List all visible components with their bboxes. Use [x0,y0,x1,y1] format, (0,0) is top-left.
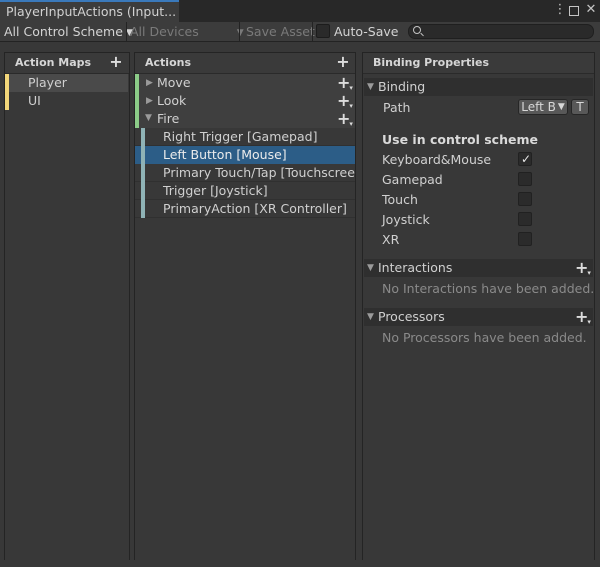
control-scheme-title: Use in control scheme [382,132,538,147]
scheme-checkbox-xr[interactable] [518,232,532,246]
action-label: Move [157,75,191,90]
binding-label: Left Button [Mouse] [163,147,287,162]
expand-arrow-icon[interactable]: ▶ [146,78,153,88]
binding-stripe [141,146,145,164]
action-map-label: UI [28,93,41,108]
binding-stripe [141,164,145,182]
add-processor-button[interactable]: +▾ [575,309,591,327]
auto-save-label: Auto-Save [334,24,399,39]
scheme-checkbox-touch[interactable] [518,192,532,206]
window-tab[interactable]: PlayerInputActions (Input... [0,0,179,22]
scheme-checkbox-joystick[interactable] [518,212,532,226]
toolbar-divider [312,22,313,42]
search-input[interactable] [408,24,594,39]
action-label: Look [157,93,187,108]
chevron-down-icon: ▼ [236,27,244,38]
action-map-item-ui[interactable] [5,92,128,110]
control-scheme-dropdown[interactable]: All Control Scheme ▼ [4,23,133,41]
checkmark-icon: ✓ [520,152,532,166]
add-binding-button[interactable]: +▾ [337,111,353,129]
expand-arrow-icon[interactable]: ▶ [146,96,153,106]
path-value: Left B [521,100,556,114]
scheme-label: Keyboard&Mouse [382,152,492,167]
scheme-label: Gamepad [382,172,443,187]
collapse-arrow-icon[interactable]: ▼ [145,113,152,123]
interactions-section-title: Interactions [378,260,453,275]
scheme-label: Touch [382,192,418,207]
scheme-label: XR [382,232,400,247]
toolbar-divider [126,22,127,42]
action-stripe [135,92,139,110]
binding-stripe [141,182,145,200]
interactions-empty-message: No Interactions have been added. [382,281,595,296]
path-label: Path [383,100,411,115]
toolbar-divider [239,22,240,42]
close-icon[interactable]: ✕ [584,3,598,17]
devices-label: All Devices [130,24,199,39]
text-mode-button[interactable]: T [571,99,589,115]
action-stripe [135,74,139,92]
binding-stripe [141,200,145,218]
binding-label: PrimaryAction [XR Controller] [163,201,347,216]
collapse-arrow-icon[interactable]: ▼ [367,82,374,92]
save-asset-button[interactable]: Save Asset [246,23,315,41]
scheme-label: Joystick [382,212,430,227]
binding-label: Trigger [Joystick] [163,183,268,198]
actions-header: Actions [135,53,355,74]
processors-section-title: Processors [378,309,445,324]
action-maps-panel: Action Maps [4,52,130,560]
control-scheme-label: All Control Scheme [4,24,123,39]
scheme-checkbox-gamepad[interactable] [518,172,532,186]
auto-save-checkbox[interactable] [316,24,330,38]
action-map-label: Player [28,75,67,90]
action-map-stripe [5,92,9,110]
path-dropdown[interactable]: Left B ▼ [518,99,568,115]
binding-properties-header: Binding Properties [363,53,594,74]
action-map-stripe [5,74,9,92]
chevron-down-icon: ▼ [557,102,565,112]
add-action-button[interactable]: + [336,54,350,70]
collapse-arrow-icon[interactable]: ▼ [367,312,374,322]
maximize-icon[interactable] [569,6,579,16]
processors-empty-message: No Processors have been added. [382,330,587,345]
binding-label: Primary Touch/Tap [Touchscreen] [163,165,355,180]
kebab-menu-icon[interactable]: ⋮ [553,3,567,17]
search-icon [413,26,421,34]
action-label: Fire [157,111,180,126]
add-action-map-button[interactable]: + [109,54,123,70]
devices-dropdown[interactable]: All Devices ▼ [130,23,244,41]
binding-properties-panel: Binding Properties [362,52,595,560]
binding-label: Right Trigger [Gamepad] [163,129,318,144]
binding-section-title: Binding [378,79,426,94]
action-stripe [135,110,139,128]
binding-stripe [141,128,145,146]
add-interaction-button[interactable]: +▾ [575,260,591,278]
collapse-arrow-icon[interactable]: ▼ [367,263,374,273]
